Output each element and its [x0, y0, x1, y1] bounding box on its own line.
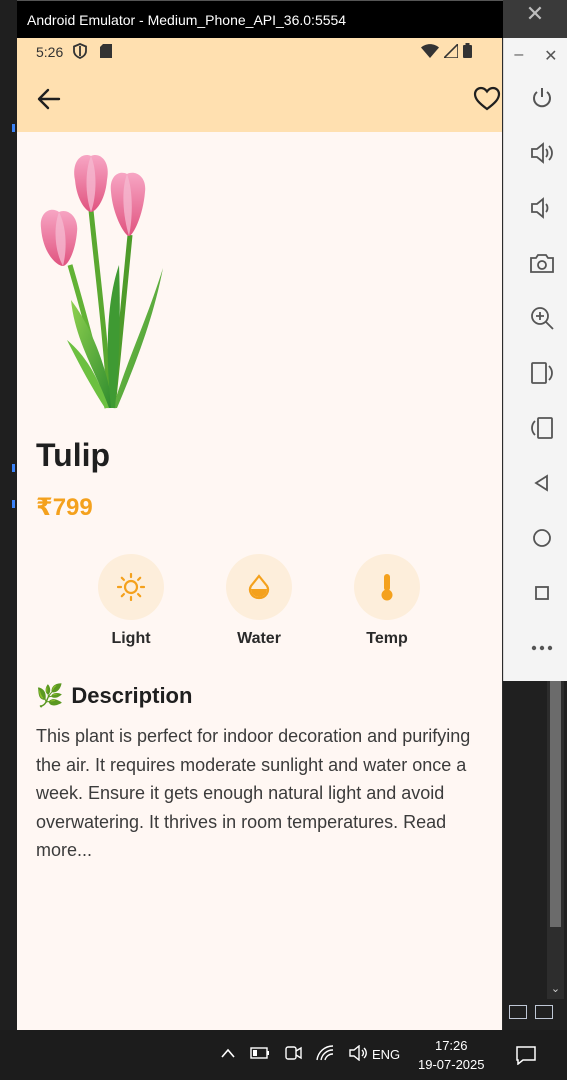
screenshot-button[interactable] — [527, 248, 557, 278]
toolbar-window-controls: – ✕ — [504, 46, 567, 66]
care-info-row: Light Water Temp — [17, 554, 502, 654]
care-item-temp[interactable]: Temp — [342, 554, 432, 648]
sun-icon — [117, 573, 145, 601]
desktop-view-icons — [509, 1005, 553, 1019]
description-title: Description — [71, 683, 193, 708]
scrollbar-thumb[interactable] — [550, 681, 561, 927]
notification-icon[interactable] — [515, 1045, 537, 1065]
tulip-image — [40, 155, 163, 409]
more-options-button[interactable] — [527, 633, 557, 663]
camera-icon — [530, 254, 554, 273]
desktop-close-icon[interactable]: ✕ — [523, 3, 547, 27]
minimize-icon[interactable]: – — [514, 46, 523, 66]
plant-price: ₹799 — [36, 494, 93, 521]
care-item-water[interactable]: Water — [214, 554, 304, 648]
zoom-in-icon — [531, 307, 554, 330]
desktop-marker — [12, 124, 15, 132]
close-icon[interactable]: ✕ — [544, 46, 557, 66]
camera-tray-icon[interactable] — [284, 1045, 302, 1061]
wifi-tray-icon[interactable] — [316, 1045, 334, 1061]
desktop-background-left — [0, 0, 17, 1030]
system-tray — [220, 1045, 368, 1061]
emulator-toolbar: – ✕ — [503, 38, 567, 681]
care-icon-circle — [226, 554, 292, 620]
status-indicators — [421, 43, 472, 58]
herb-leaf-icon: 🌿 — [36, 683, 64, 708]
volume-up-button[interactable] — [527, 138, 557, 168]
square-overview-icon — [535, 586, 549, 600]
description-header: 🌿 Description — [36, 683, 192, 709]
wifi-icon — [421, 43, 439, 58]
rotate-right-icon — [531, 417, 553, 439]
shield-icon — [73, 43, 87, 59]
care-label-water: Water — [237, 630, 281, 647]
water-drop-icon — [248, 574, 270, 600]
favorite-heart-icon[interactable] — [473, 85, 501, 113]
more-dots-icon — [531, 645, 553, 651]
desktop-marker — [12, 464, 15, 472]
back-arrow-icon[interactable] — [35, 85, 63, 113]
chevron-up-icon[interactable] — [220, 1047, 236, 1059]
overview-nav-button[interactable] — [527, 578, 557, 608]
power-button[interactable] — [527, 83, 557, 113]
plant-name: Tulip — [36, 437, 111, 473]
sd-card-icon — [100, 44, 112, 58]
taskbar: ENG 17:26 19-07-2025 — [0, 1030, 567, 1080]
back-nav-button[interactable] — [527, 468, 557, 498]
thermometer-icon — [381, 574, 393, 601]
rotate-left-icon — [531, 362, 553, 384]
care-item-light[interactable]: Light — [86, 554, 176, 648]
clock-date: 19-07-2025 — [418, 1057, 485, 1072]
desktop-scrollbar[interactable]: ⌄ — [547, 681, 564, 999]
power-icon — [533, 88, 551, 108]
language-indicator[interactable]: ENG — [372, 1047, 400, 1062]
phone-screen: 5:26 Tulip ₹799 Light Water Temp 🌿 Descr… — [17, 38, 502, 1030]
rotate-right-button[interactable] — [527, 413, 557, 443]
list-view-icon[interactable] — [509, 1005, 527, 1019]
taskbar-clock[interactable]: 17:26 19-07-2025 — [418, 1036, 485, 1074]
home-nav-button[interactable] — [527, 523, 557, 553]
scroll-down-icon[interactable]: ⌄ — [547, 982, 564, 995]
status-bar: 5:26 — [17, 38, 502, 65]
care-label-temp: Temp — [366, 630, 408, 647]
triangle-back-icon — [534, 474, 548, 492]
care-icon-circle — [354, 554, 420, 620]
desktop-marker — [12, 500, 15, 508]
description-text: This plant is perfect for indoor decorat… — [36, 726, 471, 860]
circle-home-icon — [533, 529, 551, 547]
volume-down-icon — [531, 197, 549, 219]
care-label-light: Light — [111, 630, 151, 647]
window-title: Android Emulator - Medium_Phone_API_36.0… — [27, 12, 347, 28]
volume-up-icon — [531, 142, 553, 164]
status-time: 5:26 — [36, 44, 64, 60]
care-icon-circle — [98, 554, 164, 620]
battery-icon — [463, 43, 472, 58]
image-view-icon[interactable] — [535, 1005, 553, 1019]
volume-down-button[interactable] — [527, 193, 557, 223]
battery-icon[interactable] — [250, 1046, 270, 1060]
signal-icon — [444, 43, 458, 58]
clock-time: 17:26 — [434, 1038, 468, 1053]
rotate-left-button[interactable] — [527, 358, 557, 388]
emulator-titlebar[interactable]: Android Emulator - Medium_Phone_API_36.0… — [17, 0, 503, 38]
zoom-button[interactable] — [527, 303, 557, 333]
speaker-tray-icon[interactable] — [348, 1045, 368, 1061]
app-bar — [17, 65, 502, 132]
